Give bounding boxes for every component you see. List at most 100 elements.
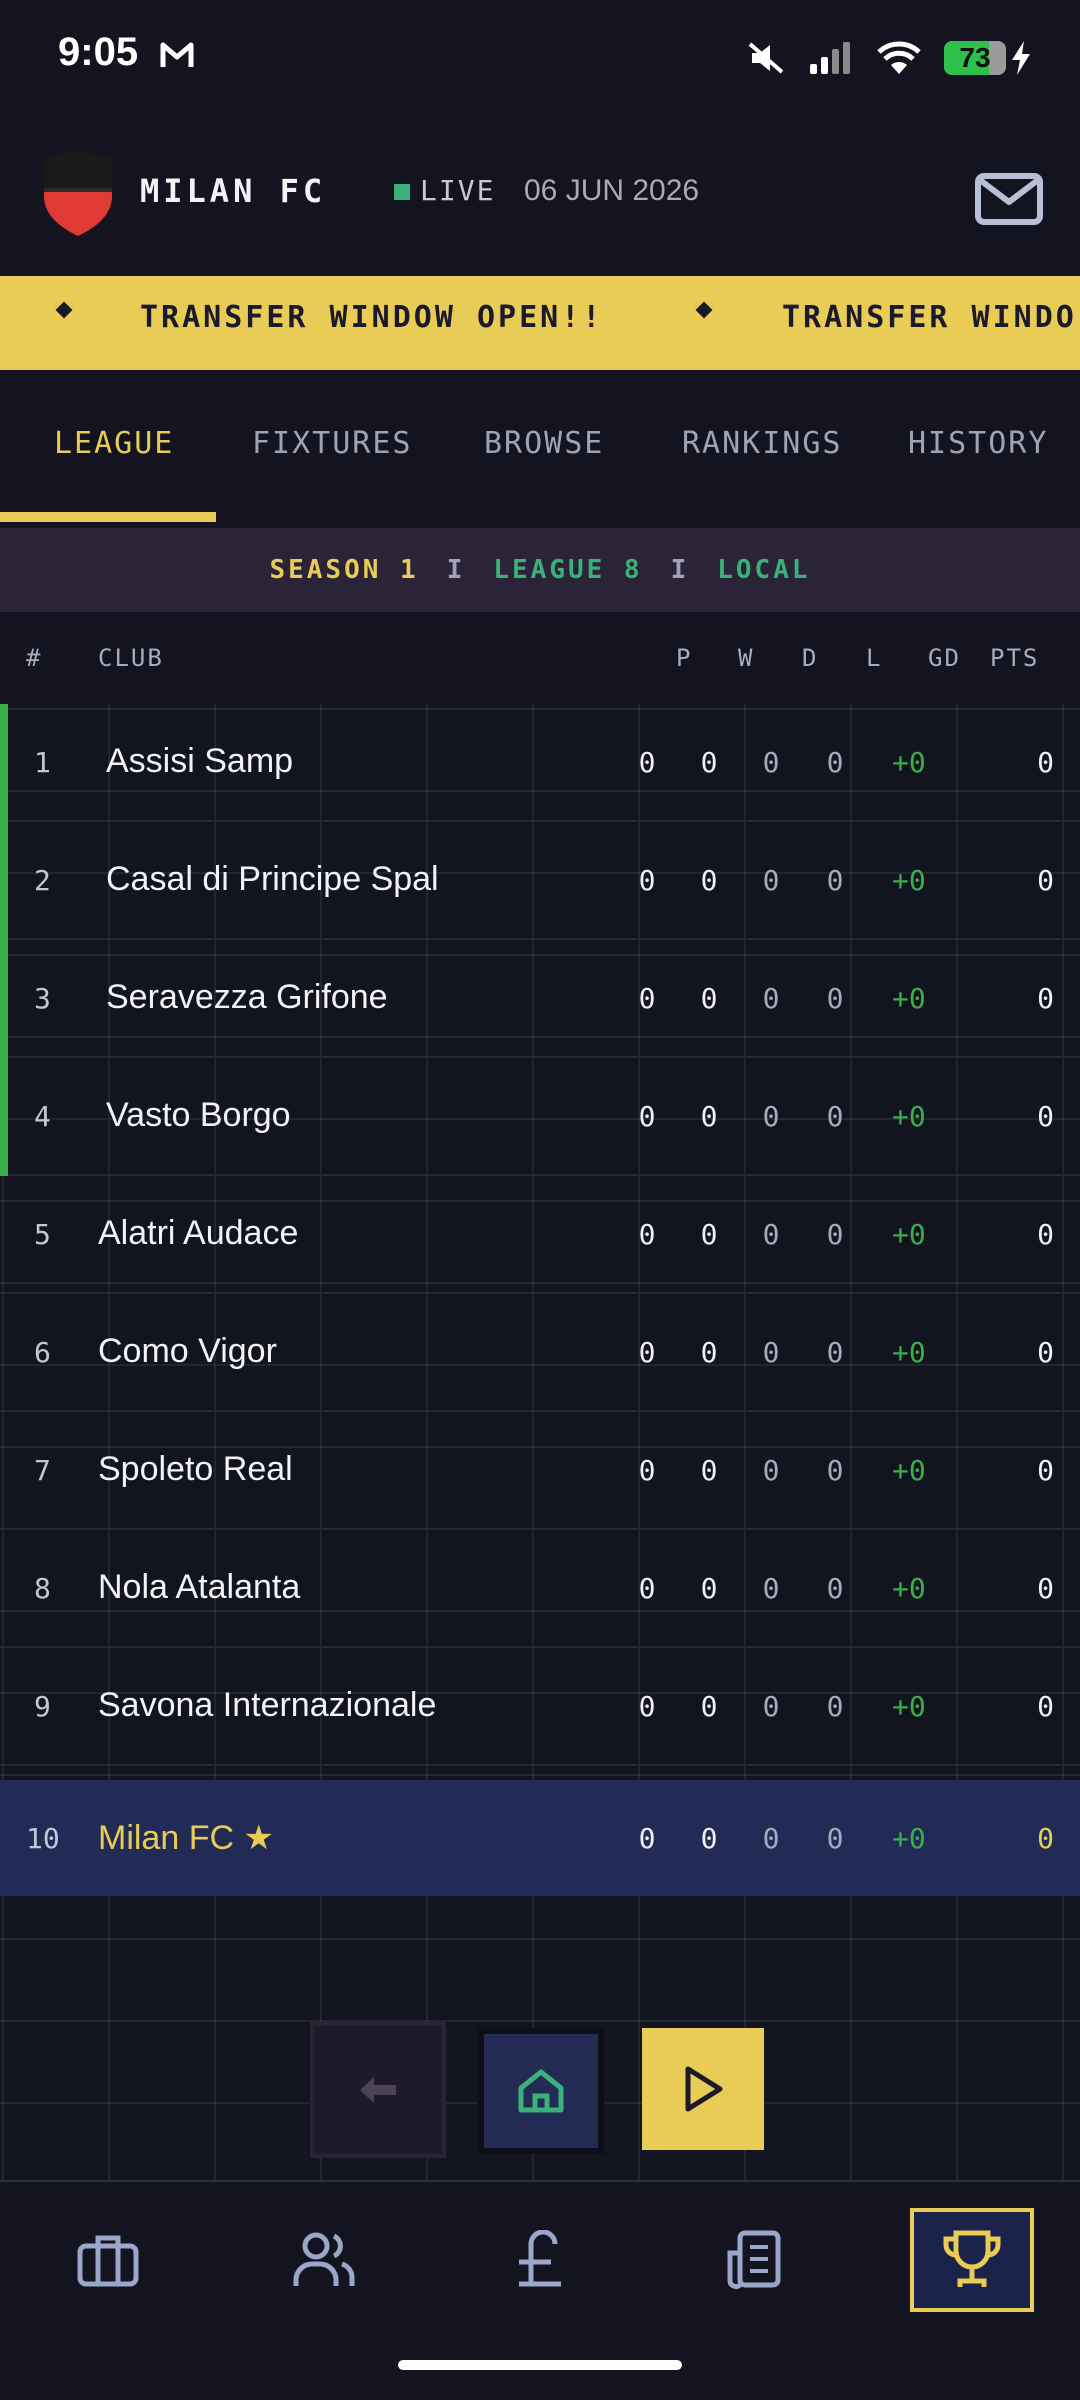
row-club-name: Milan FC ★ xyxy=(98,1819,274,1857)
row-goal-difference: +0 xyxy=(892,1454,926,1487)
row-position: 10 xyxy=(26,1822,60,1855)
row-points: 0 xyxy=(1037,1336,1054,1369)
separator: I xyxy=(670,555,690,585)
briefcase-icon xyxy=(77,2235,139,2287)
row-goal-difference: +0 xyxy=(892,1690,926,1723)
row-goal-difference: +0 xyxy=(892,746,926,779)
row-drawn: 0 xyxy=(762,1100,780,1133)
nav-league[interactable] xyxy=(910,2208,1034,2312)
ticker-bullet xyxy=(695,301,713,319)
header-points: PTS xyxy=(990,644,1040,672)
table-row-own-club[interactable]: 10 Milan FC ★ 0 0 0 0 +0 0 xyxy=(0,1780,1080,1896)
row-played: 0 xyxy=(638,1100,656,1133)
battery-indicator: 73 xyxy=(944,41,1006,75)
row-played: 0 xyxy=(638,1572,656,1605)
season-info-bar: SEASON 1 I LEAGUE 8 I LOCAL xyxy=(0,528,1080,612)
row-drawn: 0 xyxy=(762,982,780,1015)
gmail-notification-icon xyxy=(160,42,194,67)
row-club-name: Alatri Audace xyxy=(98,1214,299,1252)
row-points: 0 xyxy=(1037,746,1054,779)
status-bar: 9:05 73 xyxy=(0,0,1080,118)
promotion-zone-marker xyxy=(0,940,8,1058)
table-row[interactable]: 5 Alatri Audace 0 0 0 0 +0 0 xyxy=(0,1176,1080,1294)
row-club-name: Casal di Principe Spal xyxy=(106,860,439,898)
row-club-name: Nola Atalanta xyxy=(98,1568,301,1606)
news-icon xyxy=(727,2230,781,2290)
table-row[interactable]: 2 Casal di Principe Spal 0 0 0 0 +0 0 xyxy=(0,822,1080,940)
standings-table: 1 Assisi Samp 0 0 0 0 +0 0 2 Casal di Principe Sp… xyxy=(0,704,1080,2180)
header-lost: L xyxy=(866,644,883,672)
tab-browse[interactable]: BROWSE xyxy=(484,426,604,461)
table-row[interactable]: 8 Nola Atalanta 0 0 0 0 +0 0 xyxy=(0,1530,1080,1648)
club-crest-icon xyxy=(44,152,112,236)
ticker-item: TRANSFER WINDOW OPEN!! xyxy=(140,300,604,335)
row-goal-difference: +0 xyxy=(892,864,926,897)
home-icon xyxy=(518,2069,564,2113)
play-icon xyxy=(685,2066,723,2112)
row-position: 8 xyxy=(34,1572,51,1605)
row-goal-difference: +0 xyxy=(892,1218,926,1251)
row-goal-difference: +0 xyxy=(892,1336,926,1369)
play-button[interactable] xyxy=(642,2028,764,2150)
tab-history[interactable]: HISTORY xyxy=(908,426,1048,461)
table-row[interactable]: 4 Vasto Borgo 0 0 0 0 +0 0 xyxy=(0,1058,1080,1176)
header-played: P xyxy=(676,644,693,672)
home-indicator[interactable] xyxy=(398,2360,682,2370)
row-played: 0 xyxy=(638,1218,656,1251)
nav-news[interactable] xyxy=(692,2208,816,2312)
row-won: 0 xyxy=(700,1572,718,1605)
row-played: 0 xyxy=(638,1690,656,1723)
table-row[interactable]: 7 Spoleto Real 0 0 0 0 +0 0 xyxy=(0,1412,1080,1530)
row-lost: 0 xyxy=(826,1218,844,1251)
nav-squad[interactable] xyxy=(46,2208,170,2312)
row-position: 4 xyxy=(34,1100,51,1133)
news-ticker: TRANSFER WINDOW OPEN!! TRANSFER WINDO xyxy=(0,276,1080,370)
row-points: 0 xyxy=(1037,982,1054,1015)
active-tab-indicator xyxy=(0,512,216,522)
header-goal-difference: GD xyxy=(928,644,961,672)
row-club-name: Como Vigor xyxy=(98,1332,277,1370)
row-points: 0 xyxy=(1037,864,1054,897)
row-drawn: 0 xyxy=(762,864,780,897)
table-row[interactable]: 3 Seravezza Grifone 0 0 0 0 +0 0 xyxy=(0,940,1080,1058)
row-drawn: 0 xyxy=(762,1454,780,1487)
row-goal-difference: +0 xyxy=(892,982,926,1015)
row-won: 0 xyxy=(700,1336,718,1369)
row-club-name: Assisi Samp xyxy=(106,742,294,780)
tab-fixtures[interactable]: FIXTURES xyxy=(252,426,413,461)
separator: I xyxy=(446,555,466,585)
row-position: 3 xyxy=(34,982,51,1015)
row-lost: 0 xyxy=(826,1822,844,1855)
row-won: 0 xyxy=(700,1822,718,1855)
row-position: 9 xyxy=(34,1690,51,1723)
row-position: 1 xyxy=(34,746,51,779)
trophy-icon xyxy=(943,2230,1001,2287)
app-header: MILAN FC LIVE 06 JUN 2026 xyxy=(0,118,1080,276)
row-drawn: 0 xyxy=(762,746,780,779)
row-lost: 0 xyxy=(826,1454,844,1487)
back-button[interactable] xyxy=(310,2022,446,2158)
tab-rankings[interactable]: RANKINGS xyxy=(682,426,843,461)
nav-staff[interactable] xyxy=(262,2208,386,2312)
table-row[interactable]: 6 Como Vigor 0 0 0 0 +0 0 xyxy=(0,1294,1080,1412)
season-label: SEASON 1 xyxy=(269,555,419,585)
row-points: 0 xyxy=(1037,1218,1054,1251)
row-won: 0 xyxy=(700,982,718,1015)
row-goal-difference: +0 xyxy=(892,1100,926,1133)
mail-icon[interactable] xyxy=(972,162,1046,236)
nav-finances[interactable] xyxy=(478,2208,602,2312)
header-pos: # xyxy=(26,644,43,672)
home-button[interactable] xyxy=(478,2028,604,2154)
status-icons: 73 xyxy=(746,36,1032,80)
row-points: 0 xyxy=(1037,1454,1054,1487)
row-points: 0 xyxy=(1037,1690,1054,1723)
row-played: 0 xyxy=(638,1822,656,1855)
battery-level: 73 xyxy=(959,42,991,73)
table-row[interactable]: 1 Assisi Samp 0 0 0 0 +0 0 xyxy=(0,704,1080,822)
row-played: 0 xyxy=(638,864,656,897)
row-position: 6 xyxy=(34,1336,51,1369)
table-row[interactable]: 9 Savona Internazionale 0 0 0 0 +0 0 xyxy=(0,1648,1080,1766)
row-club-name: Savona Internazionale xyxy=(98,1686,437,1724)
tab-league[interactable]: LEAGUE xyxy=(54,426,174,461)
row-club-name: Vasto Borgo xyxy=(106,1096,291,1134)
